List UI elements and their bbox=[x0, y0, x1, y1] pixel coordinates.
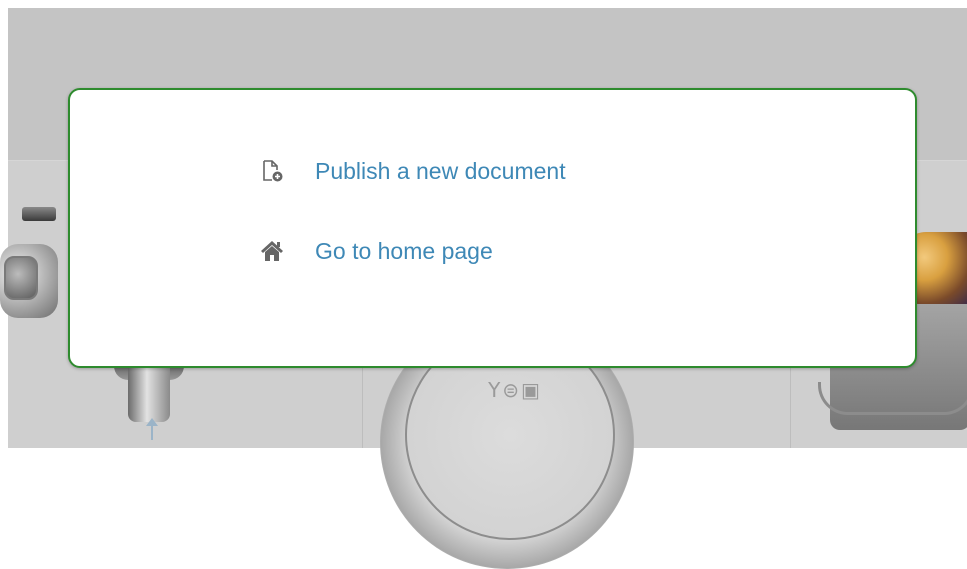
spout-graphic bbox=[128, 360, 170, 422]
faucet-nut-graphic bbox=[4, 256, 38, 300]
faucet-pipe-graphic bbox=[22, 207, 56, 221]
publish-document-label: Publish a new document bbox=[315, 158, 566, 184]
new-document-icon bbox=[260, 159, 284, 183]
publish-document-link[interactable]: Publish a new document bbox=[260, 156, 566, 186]
home-icon bbox=[260, 239, 284, 263]
action-popup: Publish a new document Go to home page bbox=[68, 88, 917, 368]
home-page-link[interactable]: Go to home page bbox=[260, 236, 493, 266]
dial-symbols: Y⊜▣ bbox=[488, 378, 542, 402]
home-page-label: Go to home page bbox=[315, 238, 493, 264]
arrow-up-icon bbox=[146, 418, 158, 440]
basket-handle-graphic bbox=[818, 382, 967, 415]
